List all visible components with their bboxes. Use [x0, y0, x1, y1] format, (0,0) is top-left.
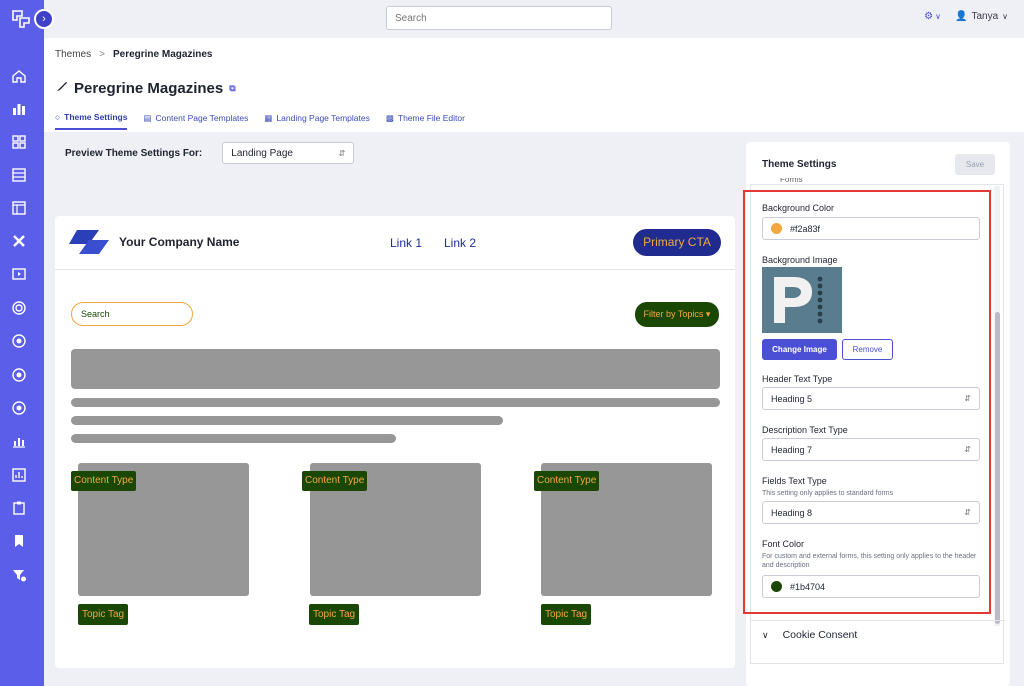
- copy-icon[interactable]: ⧉: [229, 83, 235, 94]
- analytics-icon[interactable]: [11, 101, 27, 117]
- tab-label: Content Page Templates: [155, 113, 249, 123]
- preview-link-1[interactable]: Link 1: [390, 236, 422, 250]
- caret-down-icon: ▾: [705, 309, 711, 319]
- preview-text-placeholder: [71, 434, 396, 443]
- filter-settings-icon[interactable]: [11, 567, 27, 583]
- expand-rail-button[interactable]: ›: [34, 9, 54, 29]
- user-name: Tanya: [971, 11, 999, 22]
- preview-content-type-badge: Content Type: [71, 471, 137, 491]
- breadcrumb-separator: >: [99, 49, 105, 60]
- file-editor-icon: ▩: [385, 112, 394, 123]
- app-logo[interactable]: [10, 8, 32, 30]
- chevron-down-icon: ∨: [1002, 12, 1008, 21]
- tab-bar: ○ Theme Settings ▤ Content Page Template…: [55, 112, 465, 130]
- cookie-consent-section[interactable]: ∨ Cookie Consent: [762, 629, 857, 641]
- target-icon[interactable]: [11, 300, 27, 316]
- tab-label: Theme Settings: [64, 112, 128, 122]
- dashboard-icon[interactable]: [11, 134, 27, 150]
- theme-preview-canvas: Your Company Name Link 1 Link 2 Primary …: [55, 216, 735, 668]
- tab-label: Landing Page Templates: [276, 113, 370, 123]
- preview-selected-value: Landing Page: [231, 147, 293, 159]
- panel-title: Theme Settings: [762, 159, 837, 170]
- tab-label: Theme File Editor: [397, 113, 465, 123]
- global-search-input[interactable]: [386, 6, 612, 30]
- preview-label: Preview Theme Settings For:: [65, 147, 203, 159]
- brush-icon: [55, 80, 68, 97]
- award-icon[interactable]: [11, 367, 27, 383]
- preview-search-input[interactable]: Search: [71, 302, 193, 326]
- badge-icon[interactable]: [11, 333, 27, 349]
- tab-theme-settings[interactable]: ○ Theme Settings: [55, 112, 128, 130]
- chevron-down-icon: ∨: [935, 12, 941, 21]
- save-button[interactable]: Save: [955, 154, 995, 175]
- highlight-box: [743, 190, 991, 614]
- bookmark-icon[interactable]: [11, 533, 27, 549]
- preview-content-type-badge: Content Type: [534, 471, 600, 491]
- preview-topic-tag: Topic Tag: [541, 604, 592, 625]
- page-header: Themes > Peregrine Magazines Peregrine M…: [44, 38, 1024, 132]
- tab-landing-page-templates[interactable]: ▦ Landing Page Templates: [264, 112, 369, 130]
- divider: [751, 620, 1005, 621]
- page-title-row: Peregrine Magazines ⧉: [55, 80, 236, 97]
- preview-page-select[interactable]: Landing Page ⇵: [222, 142, 355, 164]
- tools-icon[interactable]: [11, 233, 27, 249]
- cookie-consent-label: Cookie Consent: [782, 629, 858, 641]
- chevron-down-icon: ∨: [762, 629, 769, 640]
- chevron-updown-icon: ⇵: [338, 148, 346, 158]
- template-icon: ▤: [143, 112, 152, 123]
- preview-text-placeholder: [71, 398, 720, 407]
- grid-icon[interactable]: [11, 167, 27, 183]
- top-bar: ⚙ ∨ 👤 Tanya ∨: [44, 0, 1024, 38]
- filter-label: Filter by Topics: [643, 309, 704, 319]
- page-title: Peregrine Magazines: [74, 80, 224, 97]
- medal-icon[interactable]: [11, 400, 27, 416]
- preview-topic-tag: Topic Tag: [78, 604, 129, 625]
- preview-primary-cta-button[interactable]: Primary CTA: [633, 229, 721, 256]
- clipboard-icon[interactable]: [11, 500, 27, 516]
- preview-control: Preview Theme Settings For: Landing Page…: [65, 142, 355, 164]
- chart-doc-icon[interactable]: [11, 467, 27, 483]
- settings-menu[interactable]: ⚙ ∨: [924, 11, 941, 22]
- user-icon: 👤: [955, 11, 968, 22]
- layout-icon[interactable]: [11, 200, 27, 216]
- preview-text-placeholder: [71, 416, 503, 425]
- breadcrumb-current: Peregrine Magazines: [112, 49, 213, 60]
- preview-hero-placeholder: [71, 349, 720, 389]
- breadcrumb-themes-link[interactable]: Themes: [55, 49, 91, 60]
- preview-filter-button[interactable]: Filter by Topics ▾: [635, 302, 719, 327]
- doc-icon: ▦: [264, 112, 273, 123]
- tab-theme-file-editor[interactable]: ▩ Theme File Editor: [386, 112, 465, 130]
- section-label-forms: Forms: [780, 178, 803, 184]
- media-icon[interactable]: [11, 266, 27, 282]
- preview-link-2[interactable]: Link 2: [444, 236, 476, 250]
- left-nav-rail: [0, 0, 44, 686]
- gear-icon: ⚙: [924, 11, 934, 22]
- preview-topic-tag: Topic Tag: [309, 604, 360, 625]
- theme-icon: ○: [55, 112, 61, 122]
- preview-header: Your Company Name Link 1 Link 2 Primary …: [55, 216, 735, 270]
- preview-company-name: Your Company Name: [119, 235, 240, 249]
- preview-content-type-badge: Content Type: [302, 471, 368, 491]
- home-icon[interactable]: [11, 68, 27, 84]
- breadcrumb: Themes > Peregrine Magazines: [55, 49, 212, 60]
- user-menu[interactable]: 👤 Tanya ∨: [955, 11, 1008, 22]
- tab-content-page-templates[interactable]: ▤ Content Page Templates: [143, 112, 248, 130]
- reports-icon[interactable]: [11, 433, 27, 449]
- settings-scrollbar-thumb[interactable]: [995, 312, 1000, 624]
- company-logo-icon: [69, 228, 109, 256]
